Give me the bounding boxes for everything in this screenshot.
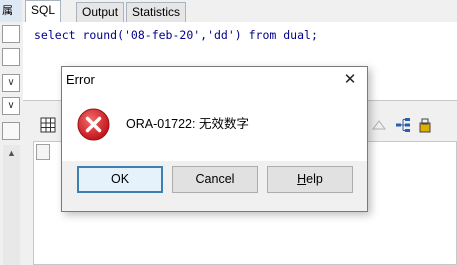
chevron-down-icon[interactable]: ∨: [2, 97, 20, 115]
dialog-title: Error: [66, 72, 95, 87]
close-icon[interactable]: ✕: [333, 67, 367, 94]
dialog-button-bar: OK Cancel Help: [62, 161, 367, 211]
left-panel-button[interactable]: [2, 122, 20, 140]
dialog-body: ORA-01722: 无效数字: [62, 94, 367, 161]
left-panel-strip: 属 ∨ ∨ ▲: [0, 0, 24, 265]
error-message: ORA-01722: 无效数字: [126, 117, 249, 131]
error-icon: [77, 108, 110, 141]
arrow-up-icon[interactable]: ▲: [3, 145, 20, 162]
help-button[interactable]: Help: [267, 166, 353, 193]
left-panel-button[interactable]: [2, 48, 20, 66]
ok-button[interactable]: OK: [77, 166, 163, 193]
chevron-down-icon[interactable]: ∨: [2, 74, 20, 92]
left-panel-tab[interactable]: 属: [0, 0, 22, 22]
sql-code-line: select round('08-feb-20','dd') from dual…: [34, 28, 318, 42]
tree-icon[interactable]: [395, 117, 411, 133]
grid-corner-cell[interactable]: [36, 144, 50, 160]
arrow-up-icon[interactable]: [371, 117, 387, 133]
help-mnemonic: H: [297, 172, 307, 186]
left-scrollbar[interactable]: ▲: [3, 145, 20, 265]
left-panel-button[interactable]: [2, 25, 20, 43]
tab-statistics[interactable]: Statistics: [126, 2, 187, 22]
grid-icon[interactable]: [40, 117, 56, 133]
error-dialog: Error ✕ ORA-01722: 无效数字 OK Cancel Help: [61, 66, 368, 212]
tab-output[interactable]: Output: [76, 2, 125, 22]
cancel-button[interactable]: Cancel: [172, 166, 258, 193]
dialog-titlebar[interactable]: Error ✕: [62, 67, 367, 94]
editor-tabstrip: SQL Output Statistics: [23, 0, 457, 23]
tab-sql[interactable]: SQL: [25, 0, 62, 23]
lock-icon[interactable]: [419, 117, 431, 133]
help-label-rest: elp: [306, 172, 323, 186]
